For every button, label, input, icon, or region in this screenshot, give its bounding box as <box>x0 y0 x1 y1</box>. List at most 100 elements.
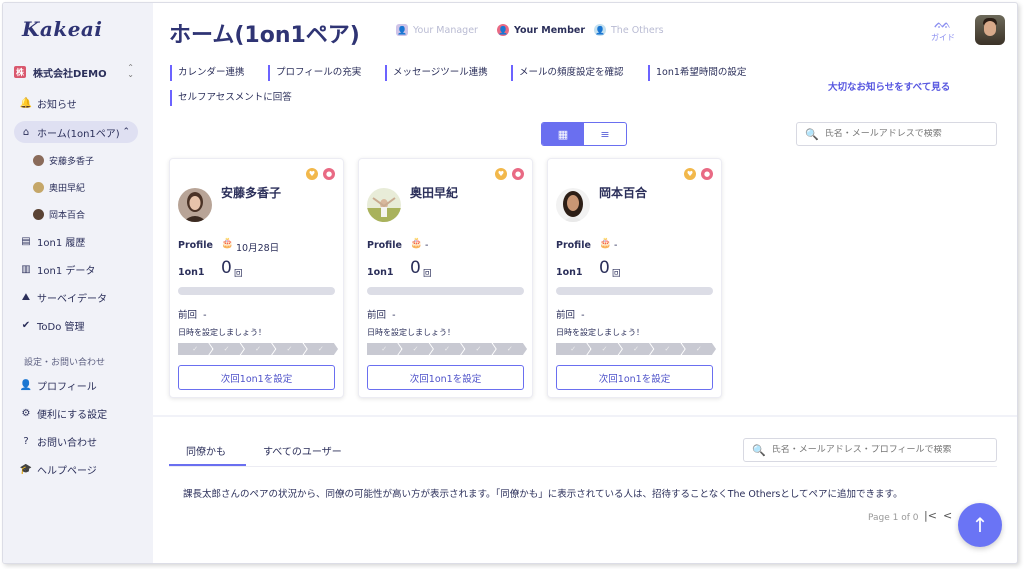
progress-bar <box>367 287 524 295</box>
task-link-preferred-time[interactable]: 1on1希望時間の設定 <box>648 65 746 81</box>
step: ✓ <box>429 343 465 355</box>
manager-icon: 👤 <box>396 24 408 36</box>
first-page-icon[interactable]: |< <box>924 509 937 522</box>
oneonone-label: 1on1 <box>367 267 394 278</box>
member-card[interactable]: ♥ ● 岡本百合 Profile 🎂 - 1on1 0 回 前回 - 日時を設定… <box>547 158 722 398</box>
sidebar: Kakeai 株 株式会社DEMO ⌃ ⌄ 🔔 お知らせ ⌂ ホーム(1on1ペア… <box>3 3 153 563</box>
updown-chevron-icon[interactable]: ⌃ ⌄ <box>127 64 134 79</box>
birthday: 10月28日 <box>236 243 280 254</box>
sidebar-item-profile[interactable]: 👤 プロフィール <box>14 374 138 396</box>
step: ✓ <box>650 343 685 355</box>
sidebar-item-contact[interactable]: ? お問い合わせ <box>14 430 138 452</box>
sidebar-item-data[interactable]: ▥ 1on1 データ <box>14 258 138 280</box>
member-card[interactable]: ♥ ● 奥田早紀 Profile 🎂 - 1on1 0 回 前回 - 日時を設定… <box>358 158 533 398</box>
member-photo <box>367 188 401 222</box>
tab-your-member[interactable]: 👤 Your Member <box>497 24 585 36</box>
sidebar-subitem-label: 奥田早紀 <box>49 183 86 194</box>
avatar <box>33 181 44 193</box>
all-notices-link[interactable]: 大切なお知らせをすべて見る <box>828 79 950 93</box>
sidebar-item-label: プロフィール <box>37 381 97 393</box>
tab-your-manager[interactable]: 👤 Your Manager <box>396 24 478 36</box>
set-next-oneonone-button[interactable]: 次回1on1を設定 <box>178 365 335 390</box>
step: ✓ <box>618 343 654 355</box>
member-photo <box>178 188 212 222</box>
chevron-up-icon[interactable]: ⌃ <box>122 127 130 137</box>
user-avatar[interactable] <box>975 15 1005 45</box>
tab-maybe-colleagues[interactable]: 同僚かも <box>186 443 226 458</box>
heart-badge-icon: ♥ <box>495 168 507 180</box>
card-badges: ♥ ● <box>679 168 713 180</box>
task-link-self-assessment[interactable]: セルフアセスメントに回答 <box>170 90 292 106</box>
step: ✓ <box>178 343 213 355</box>
sidebar-item-todo[interactable]: ✔ ToDo 管理 <box>14 314 138 336</box>
oneonone-count: 0 <box>410 258 421 278</box>
sidebar-item-home[interactable]: ⌂ ホーム(1on1ペア) ⌃ <box>14 121 138 143</box>
sidebar-item-notifications[interactable]: 🔔 お知らせ <box>14 92 138 114</box>
count-unit: 回 <box>234 269 243 279</box>
active-tab-indicator <box>169 464 246 466</box>
app-logo[interactable]: Kakeai <box>22 17 102 41</box>
guide-button[interactable]: ᨐ ガイド <box>928 14 958 43</box>
company-badge: 株 <box>14 66 26 78</box>
sidebar-item-survey[interactable]: ⛰ サーベイデータ <box>14 286 138 308</box>
section-divider <box>153 415 1017 417</box>
search-icon: 🔍 <box>805 127 819 141</box>
grid-view-icon[interactable]: ▦ <box>542 123 584 145</box>
bell-icon: 🔔 <box>19 97 33 109</box>
birthday: - <box>614 240 618 251</box>
cat-guide-icon: ᨐ <box>934 14 952 32</box>
user-search-input[interactable] <box>771 445 996 455</box>
sidebar-subitem-okuda[interactable]: 奥田早紀 <box>33 178 85 196</box>
sidebar-subitem-ando[interactable]: 安藤多香子 <box>33 151 94 169</box>
step-indicator: ✓ ✓ ✓ ✓ ✓ <box>367 343 528 355</box>
sidebar-subitem-okamoto[interactable]: 岡本百合 <box>33 205 85 223</box>
schedule-prompt: 日時を設定しましょう！ <box>556 328 644 337</box>
arrow-up-icon: ↑ <box>971 513 989 537</box>
step: ✓ <box>398 343 433 355</box>
user-search: 🔍 <box>743 438 997 462</box>
previous-session: 前回 - <box>556 310 585 321</box>
sidebar-item-help[interactable]: 🎓 ヘルプページ <box>14 458 138 480</box>
member-card[interactable]: ♥ ● 安藤多香子 Profile 🎂 10月28日 1on1 0 回 前回 -… <box>169 158 344 398</box>
sidebar-subitem-label: 安藤多香子 <box>49 156 95 167</box>
task-link-calendar[interactable]: カレンダー連携 <box>170 65 245 81</box>
prev-page-icon[interactable]: < <box>943 509 952 522</box>
avatar <box>33 154 44 166</box>
sidebar-item-preferences[interactable]: ⚙ 便利にする設定 <box>14 402 138 424</box>
scroll-to-top-button[interactable]: ↑ <box>958 503 1002 547</box>
sidebar-item-label: ホーム(1on1ペア) <box>37 128 120 140</box>
survey-icon: ⛰ <box>21 291 31 303</box>
member-badge-icon: ● <box>701 168 713 180</box>
cake-icon: 🎂 <box>410 238 423 249</box>
card-badges: ♥ ● <box>490 168 524 180</box>
graduation-cap-icon: 🎓 <box>19 463 33 475</box>
progress-bar <box>556 287 713 295</box>
sidebar-item-history[interactable]: ▤ 1on1 履歴 <box>14 230 138 252</box>
task-link-profile[interactable]: プロフィールの充実 <box>268 65 361 81</box>
step: ✓ <box>681 343 717 355</box>
set-next-oneonone-button[interactable]: 次回1on1を設定 <box>367 365 524 390</box>
step: ✓ <box>587 343 622 355</box>
sidebar-item-label: サーベイデータ <box>37 293 107 305</box>
task-link-messaging[interactable]: メッセージツール連携 <box>385 65 488 81</box>
tab-all-users[interactable]: すべてのユーザー <box>263 443 342 458</box>
member-search-input[interactable] <box>824 129 996 139</box>
cake-icon: 🎂 <box>599 238 612 249</box>
check-circle-icon: ✔ <box>21 319 31 331</box>
guide-label: ガイド <box>931 33 955 42</box>
step: ✓ <box>209 343 244 355</box>
step: ✓ <box>240 343 276 355</box>
list-view-icon[interactable]: ≡ <box>584 123 626 145</box>
profile-label: Profile <box>556 240 591 251</box>
oneonone-count: 0 <box>599 258 610 278</box>
tab-the-others[interactable]: 👤 The Others <box>594 24 664 36</box>
count-unit: 回 <box>423 269 432 279</box>
sidebar-item-label: ToDo 管理 <box>37 321 85 333</box>
search-icon: 🔍 <box>752 443 766 457</box>
schedule-prompt: 日時を設定しましょう！ <box>178 328 266 337</box>
set-next-oneonone-button[interactable]: 次回1on1を設定 <box>556 365 713 390</box>
company-switcher[interactable]: 株 株式会社DEMO ⌃ ⌄ <box>14 63 134 81</box>
member-name: 安藤多香子 <box>221 186 282 200</box>
pagination-text: Page 1 of 0 <box>868 513 919 523</box>
task-link-mail-frequency[interactable]: メールの頻度設定を確認 <box>511 65 624 81</box>
